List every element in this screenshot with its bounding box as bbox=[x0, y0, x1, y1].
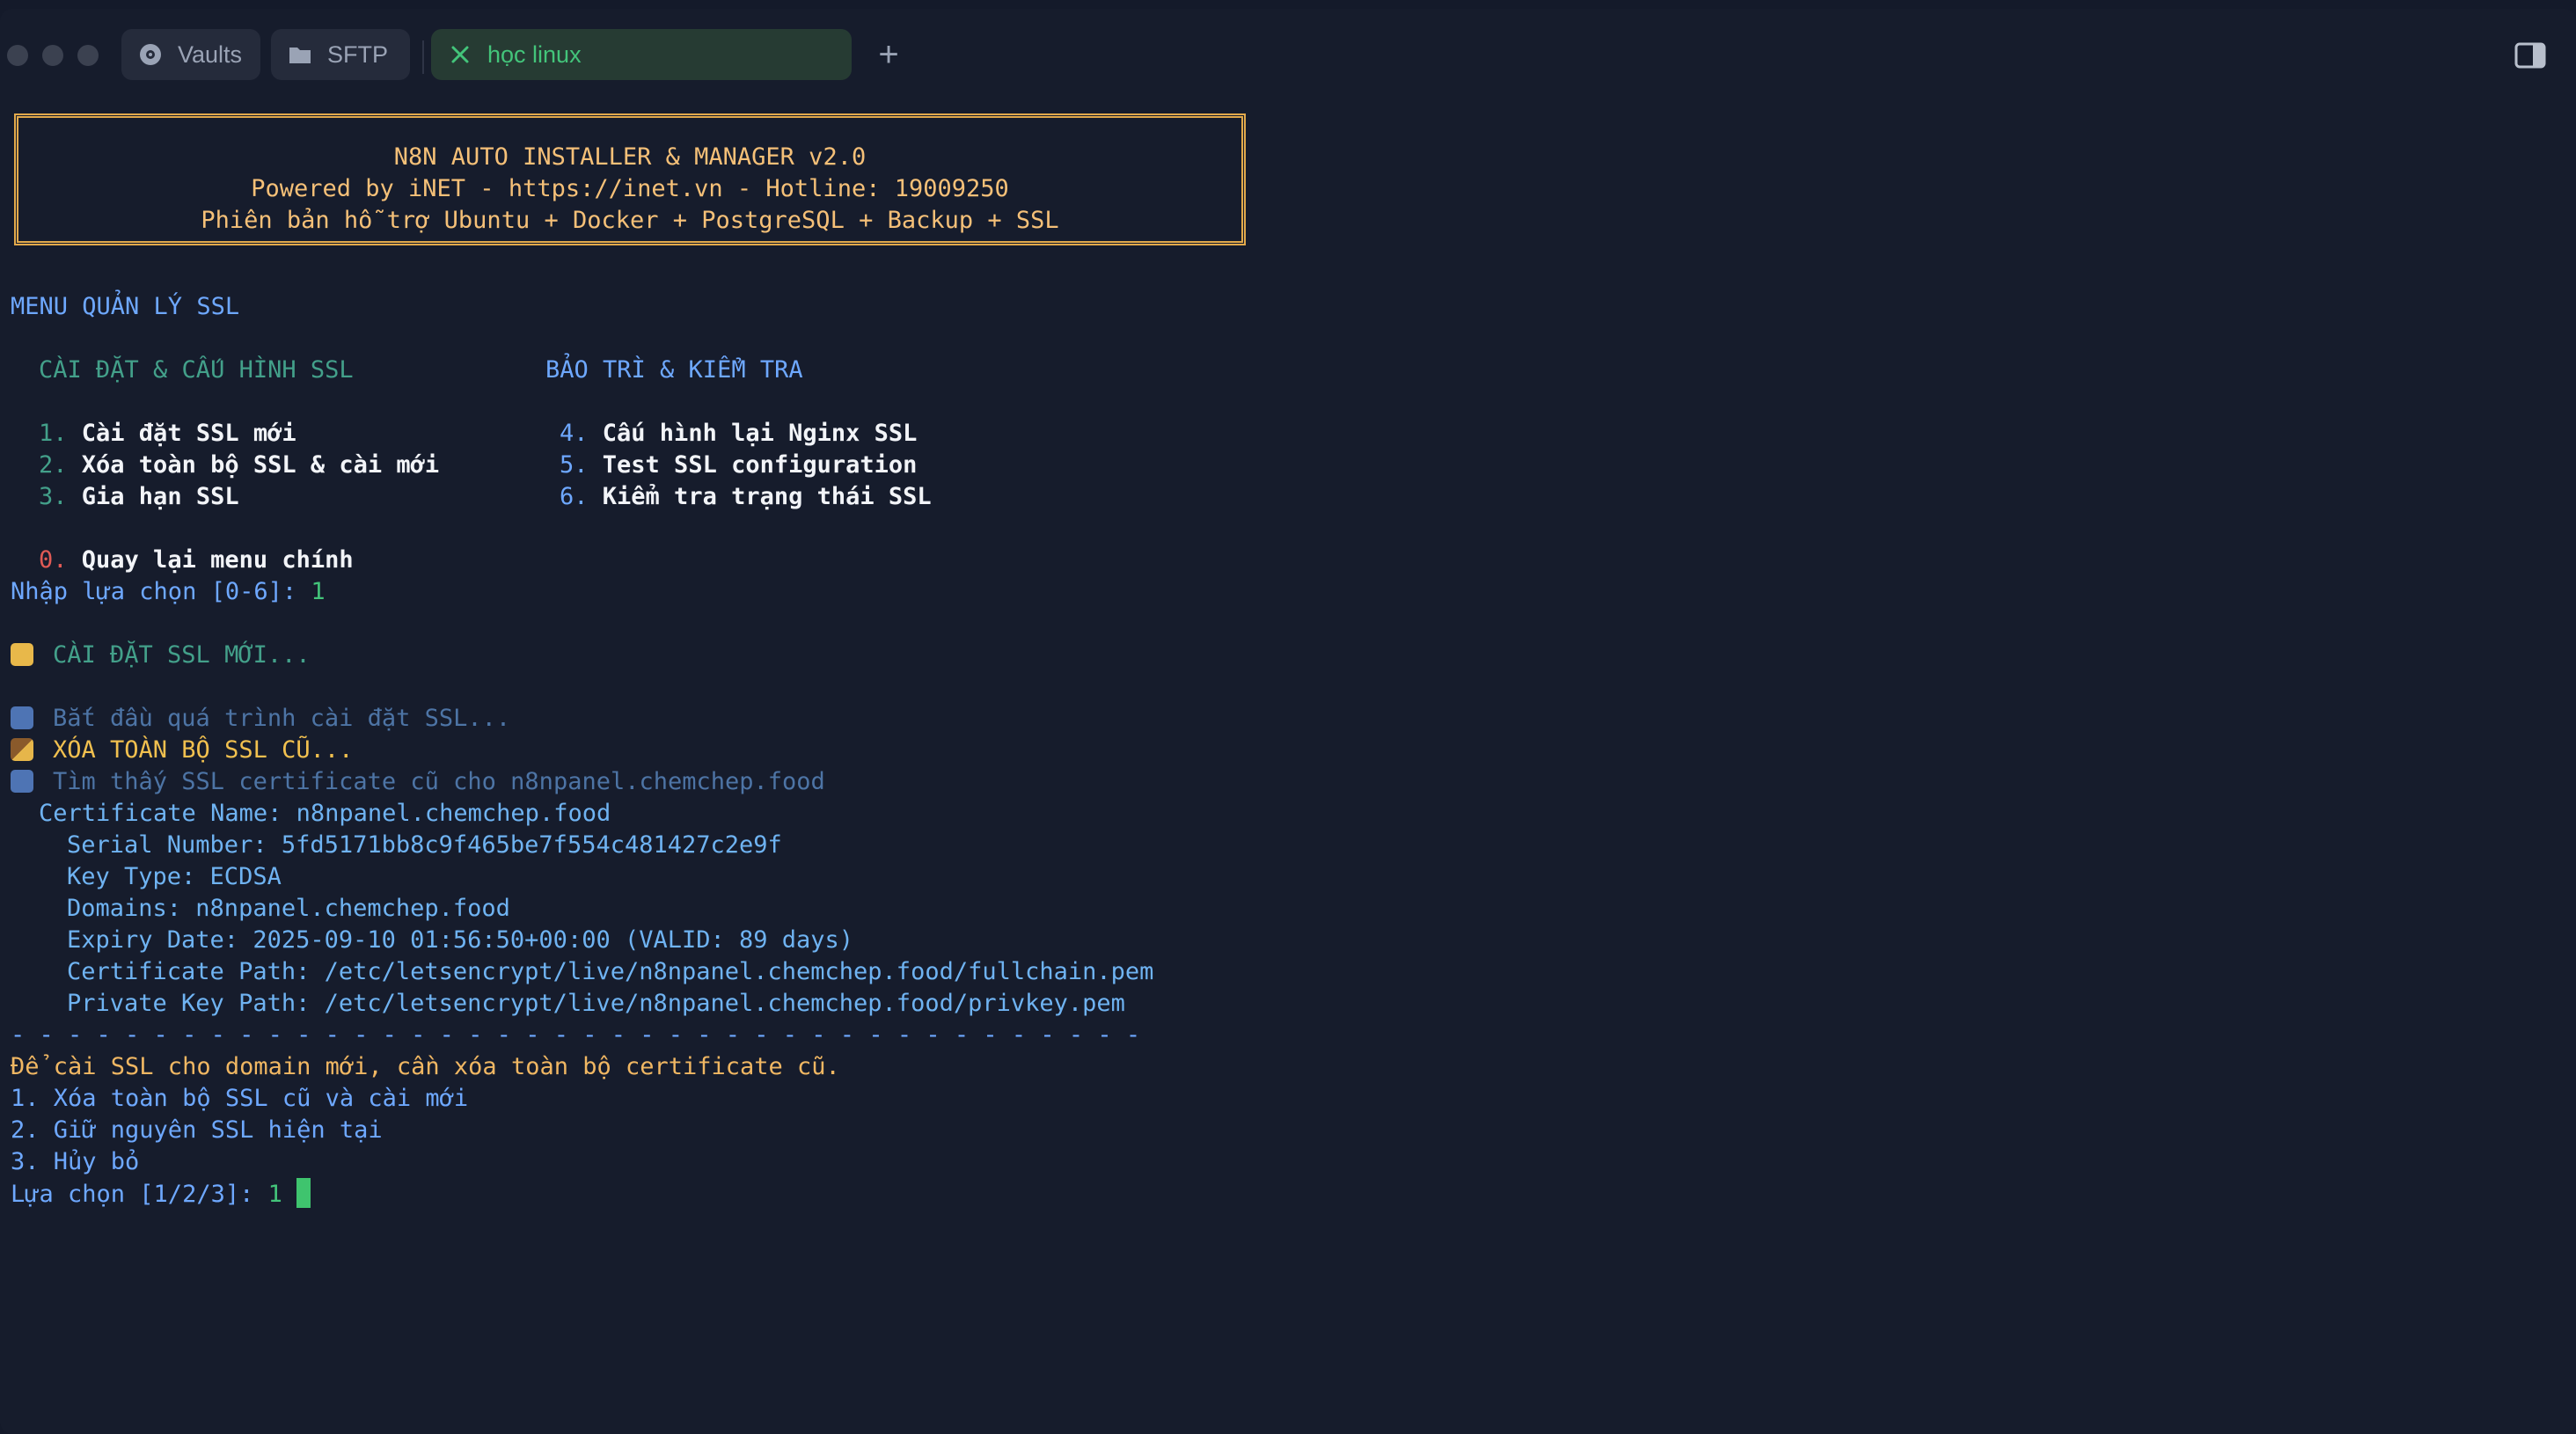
cert-key-type: Key Type: ECDSA bbox=[67, 863, 282, 890]
cert-serial: Serial Number: 5fd5171bb8c9f465be7f554c4… bbox=[67, 831, 782, 859]
terminal-window: Vaults SFTP học linux + N8N AUTO INSTALL… bbox=[0, 9, 2576, 1434]
option-2: 2. Giữ nguyên SSL hiện tại bbox=[11, 1116, 383, 1144]
info-icon bbox=[11, 706, 33, 729]
menu-title: MENU QUẢN LÝ SSL bbox=[11, 293, 240, 320]
broom-icon bbox=[11, 738, 33, 761]
menu-item-5: 5. Test SSL configuration bbox=[560, 451, 918, 479]
terminal-output: MENU QUẢN LÝ SSL CÀI ĐẶT & CẤU HÌNH SSL … bbox=[11, 9, 2562, 1208]
menu-item-3: 3. Gia hạn SSL bbox=[39, 483, 239, 510]
cert-expiry: Expiry Date: 2025-09-10 01:56:50+00:00 (… bbox=[67, 926, 854, 954]
notice-line: Để cài SSL cho domain mới, cần xóa toàn … bbox=[11, 1053, 840, 1080]
menu-col2-heading: BẢO TRÌ & KIỂM TRA bbox=[545, 356, 803, 384]
lock-key-icon bbox=[11, 643, 33, 666]
menu-item-2: 2. Xóa toàn bộ SSL & cài mới bbox=[39, 451, 440, 479]
installing-line: CÀI ĐẶT SSL MỚI... bbox=[11, 640, 311, 671]
private-key-path: Private Key Path: /etc/letsencrypt/live/… bbox=[67, 990, 1125, 1017]
menu-prompt: Nhập lựa chọn [0-6]: 1 bbox=[11, 578, 326, 605]
found-line: Tìm thấy SSL certificate cũ cho n8npanel… bbox=[11, 766, 825, 798]
menu-col1-heading: CÀI ĐẶT & CẤU HÌNH SSL bbox=[39, 356, 354, 384]
menu-item-4: 4. Cấu hình lại Nginx SSL bbox=[560, 420, 918, 447]
cert-path: Certificate Path: /etc/letsencrypt/live/… bbox=[67, 958, 1154, 985]
cert-domains: Domains: n8npanel.chemchep.food bbox=[67, 895, 510, 922]
start-line: Bắt đầu quá trình cài đặt SSL... bbox=[11, 703, 510, 735]
option-3: 3. Hủy bỏ bbox=[11, 1148, 140, 1175]
terminal-cursor bbox=[296, 1178, 311, 1208]
choice-prompt[interactable]: Lựa chọn [1/2/3]: 1 bbox=[11, 1178, 311, 1210]
cert-name: Certificate Name: n8npanel.chemchep.food bbox=[39, 800, 611, 827]
menu-item-6: 6. Kiểm tra trạng thái SSL bbox=[560, 483, 932, 510]
menu-item-back: 0. Quay lại menu chính bbox=[39, 546, 354, 574]
option-1: 1. Xóa toàn bộ SSL cũ và cài mới bbox=[11, 1085, 469, 1112]
info-icon bbox=[11, 770, 33, 793]
delete-all-line: XÓA TOÀN BỘ SSL CŨ... bbox=[11, 735, 353, 766]
menu-item-1: 1. Cài đặt SSL mới bbox=[39, 420, 296, 447]
separator-line: - - - - - - - - - - - - - - - - - - - - … bbox=[11, 1021, 1141, 1049]
